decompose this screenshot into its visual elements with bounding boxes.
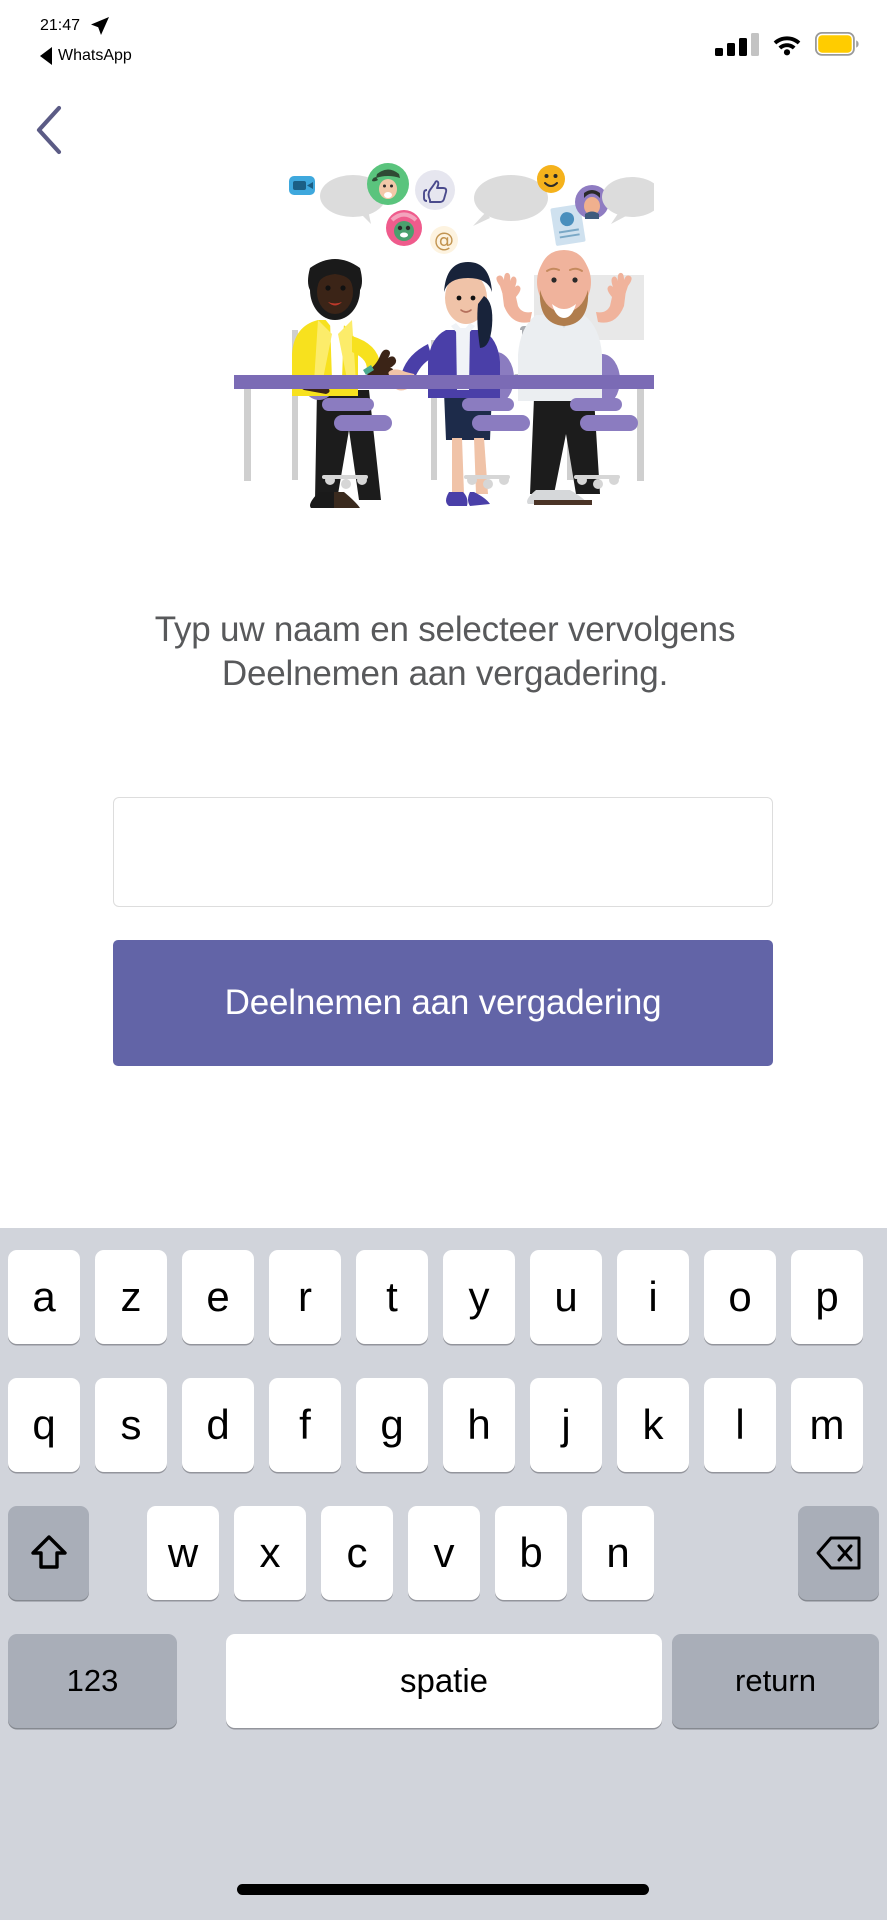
keyboard-row-4: 123 spatie return: [0, 1634, 887, 1728]
key-s[interactable]: s: [95, 1378, 167, 1472]
return-key[interactable]: return: [672, 1634, 879, 1728]
location-arrow-icon: [91, 17, 110, 35]
backspace-key[interactable]: [798, 1506, 879, 1600]
key-k[interactable]: k: [617, 1378, 689, 1472]
status-time-row: 21:47: [40, 14, 112, 38]
home-indicator-bar[interactable]: [237, 1884, 649, 1895]
shift-key[interactable]: [8, 1506, 89, 1600]
back-to-app-button[interactable]: WhatsApp: [40, 47, 132, 65]
key-h[interactable]: h: [443, 1378, 515, 1472]
prompt-text: Typ uw naam en selecteer vervolgens Deel…: [154, 610, 736, 694]
numbers-key[interactable]: 123: [8, 1634, 177, 1728]
svg-text:@: @: [434, 228, 454, 252]
key-z[interactable]: z: [95, 1250, 167, 1344]
key-i[interactable]: i: [617, 1250, 689, 1344]
video-camera-icon: [288, 176, 315, 195]
key-d[interactable]: d: [182, 1378, 254, 1472]
key-b[interactable]: b: [495, 1506, 567, 1600]
key-n[interactable]: n: [582, 1506, 654, 1600]
keyboard-row-3: w x c v b n: [0, 1506, 887, 1600]
meeting-illustration-svg: @: [233, 163, 654, 508]
key-t[interactable]: t: [356, 1250, 428, 1344]
keyboard-row-1: a z e r t y u i o p: [0, 1250, 887, 1344]
wifi-icon: [773, 36, 801, 56]
phone-screen: 21:47 WhatsApp @ Typ uw naam en selectee…: [0, 0, 887, 1920]
speech-bubble-right: [601, 177, 654, 224]
meeting-illustration: @: [0, 140, 887, 515]
key-e[interactable]: e: [182, 1250, 254, 1344]
battery-icon: [815, 32, 859, 56]
key-m[interactable]: m: [791, 1378, 863, 1472]
key-j[interactable]: j: [530, 1378, 602, 1472]
avatar-pink: [385, 210, 422, 246]
status-bar-right: [715, 32, 859, 56]
thumbs-up-icon: [414, 170, 455, 210]
key-q[interactable]: q: [8, 1378, 80, 1472]
key-y[interactable]: y: [443, 1250, 515, 1344]
status-bar: 21:47 WhatsApp: [0, 0, 887, 96]
key-f[interactable]: f: [269, 1378, 341, 1472]
back-app-label: WhatsApp: [58, 47, 132, 64]
key-u[interactable]: u: [530, 1250, 602, 1344]
key-l[interactable]: l: [704, 1378, 776, 1472]
backspace-icon: [816, 1536, 860, 1570]
back-triangle-icon: [40, 47, 52, 65]
speech-bubble-center: [472, 175, 548, 226]
key-r[interactable]: r: [269, 1250, 341, 1344]
key-v[interactable]: v: [408, 1506, 480, 1600]
key-p[interactable]: p: [791, 1250, 863, 1344]
status-time: 21:47: [40, 17, 81, 34]
smiley-icon: [536, 165, 565, 193]
key-o[interactable]: o: [704, 1250, 776, 1344]
key-g[interactable]: g: [356, 1378, 428, 1472]
cellular-signal-icon: [715, 33, 759, 56]
key-x[interactable]: x: [234, 1506, 306, 1600]
key-c[interactable]: c: [321, 1506, 393, 1600]
join-meeting-button[interactable]: Deelnemen aan vergadering: [113, 940, 773, 1066]
keyboard-row-2: q s d f g h j k l m: [0, 1378, 887, 1472]
space-key[interactable]: spatie: [226, 1634, 662, 1728]
shift-arrow-icon: [30, 1535, 67, 1569]
name-input[interactable]: [113, 797, 773, 907]
status-bar-left: 21:47 WhatsApp: [40, 14, 132, 65]
key-w[interactable]: w: [147, 1506, 219, 1600]
mention-icon: @: [429, 226, 458, 254]
key-a[interactable]: a: [8, 1250, 80, 1344]
onscreen-keyboard: a z e r t y u i o p q s d f g h j k l m: [0, 1228, 887, 1920]
avatar-green: [366, 163, 409, 205]
